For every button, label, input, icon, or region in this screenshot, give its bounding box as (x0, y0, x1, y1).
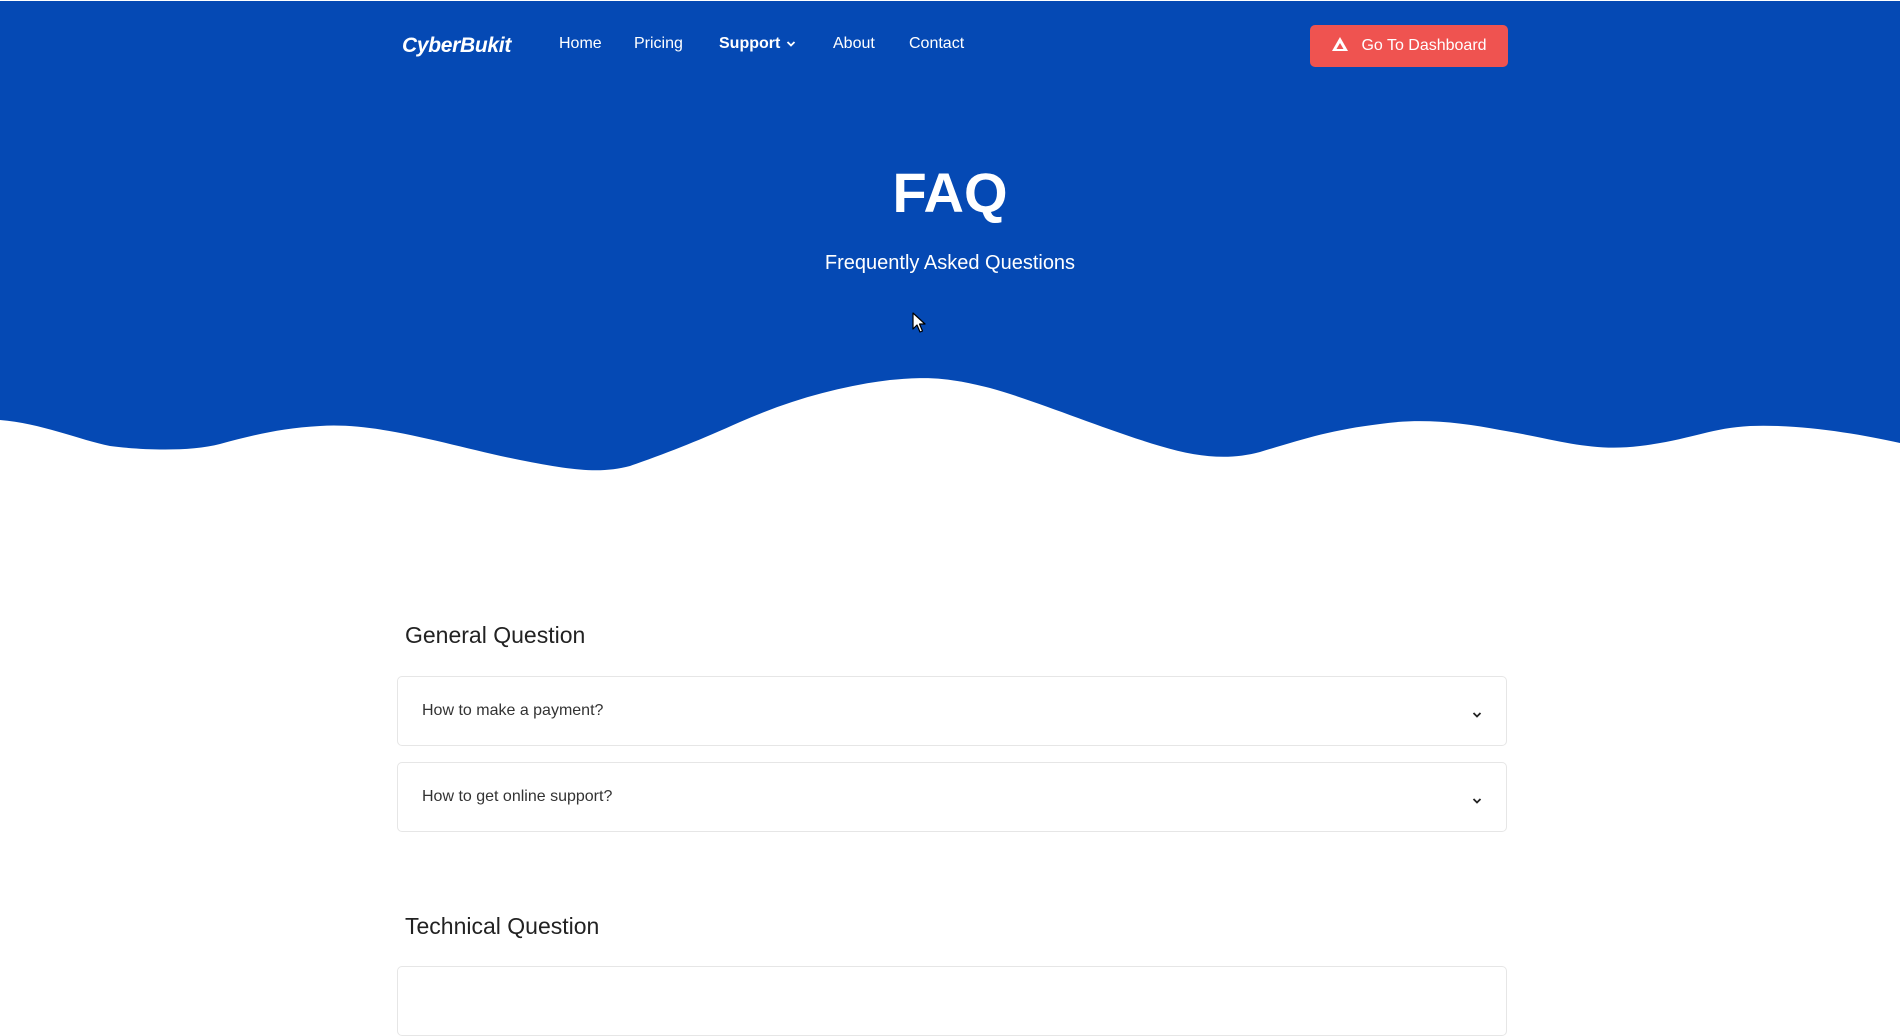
triangle-logo-icon (1331, 36, 1349, 57)
faq-item-technical-first[interactable] (397, 966, 1507, 1036)
faq-question: How to make a payment? (422, 702, 604, 719)
go-to-dashboard-button[interactable]: Go To Dashboard (1310, 25, 1508, 67)
mouse-cursor-icon (912, 312, 926, 339)
go-to-dashboard-label: Go To Dashboard (1361, 37, 1487, 54)
nav-item-pricing[interactable]: Pricing (634, 35, 683, 53)
faq-question: How to get online support? (422, 788, 613, 805)
nav-item-about[interactable]: About (833, 35, 875, 53)
hero-wave-background (0, 0, 1900, 471)
brand-logo[interactable]: CyberBukit (402, 34, 511, 58)
navbar: CyberBukit Home Pricing Support About Co… (402, 24, 1508, 68)
chevron-down-icon (786, 35, 796, 53)
page-title: FAQ (892, 161, 1008, 224)
section-title-technical: Technical Question (405, 913, 600, 939)
chevron-down-icon (1472, 706, 1482, 724)
nav-item-support-label: Support (719, 35, 781, 53)
hero-banner: CyberBukit Home Pricing Support About Co… (0, 0, 1900, 480)
chevron-down-icon (1472, 792, 1482, 810)
page-subtitle: Frequently Asked Questions (824, 252, 1076, 274)
faq-item-payment[interactable]: How to make a payment? (397, 676, 1507, 746)
nav-item-home[interactable]: Home (559, 35, 602, 53)
nav-item-support[interactable]: Support (719, 35, 796, 53)
top-border (0, 0, 1900, 1)
faq-item-online-support[interactable]: How to get online support? (397, 762, 1507, 832)
section-title-general: General Question (405, 622, 586, 648)
nav-item-contact[interactable]: Contact (909, 35, 964, 53)
